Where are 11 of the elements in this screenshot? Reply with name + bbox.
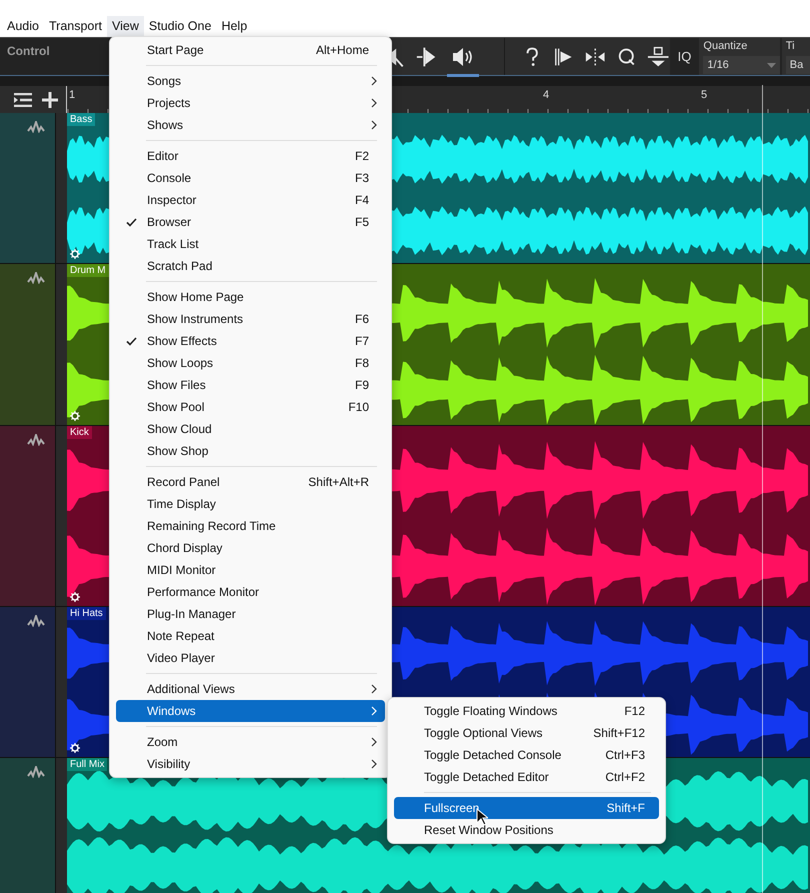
clip-name: Kick <box>67 426 92 439</box>
quantize-label: Quantize <box>703 39 748 54</box>
panel-title: Control <box>7 44 50 58</box>
bar-number: 5 <box>701 89 708 101</box>
bar-number: 4 <box>543 89 550 101</box>
bar-number: 1 <box>69 89 76 101</box>
clip-name: Bass <box>67 113 96 126</box>
toolbar-label: Ti <box>786 39 796 54</box>
clip-name: Hi Hats <box>67 607 106 620</box>
clip-name: Full Mix <box>67 758 108 771</box>
clip-name: Drum M <box>67 264 109 277</box>
